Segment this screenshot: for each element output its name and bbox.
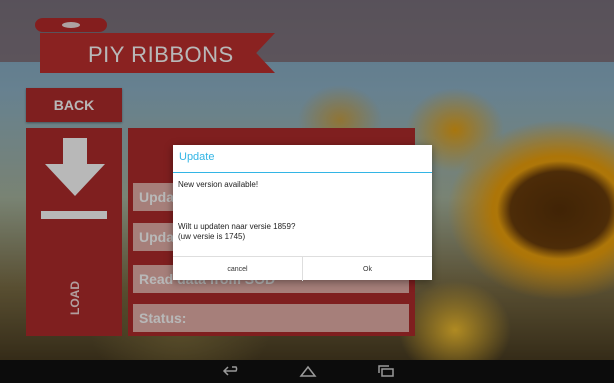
back-icon[interactable] xyxy=(222,364,242,378)
dialog-message-3: (uw versie is 1745) xyxy=(178,232,246,241)
dialog-title: Update xyxy=(179,151,215,163)
home-icon[interactable] xyxy=(298,364,318,378)
cancel-button[interactable]: cancel xyxy=(173,257,302,281)
dialog-button-bar: cancel Ok xyxy=(173,256,432,281)
dialog-divider xyxy=(173,172,432,173)
dialog-message-2: Wilt u updaten naar versie 1859? xyxy=(178,222,296,231)
update-dialog: Update New version available! Wilt u upd… xyxy=(173,145,432,281)
navigation-bar xyxy=(0,360,614,383)
recents-icon[interactable] xyxy=(376,364,396,378)
ok-button[interactable]: Ok xyxy=(302,257,432,281)
dialog-message-1: New version available! xyxy=(178,180,259,189)
